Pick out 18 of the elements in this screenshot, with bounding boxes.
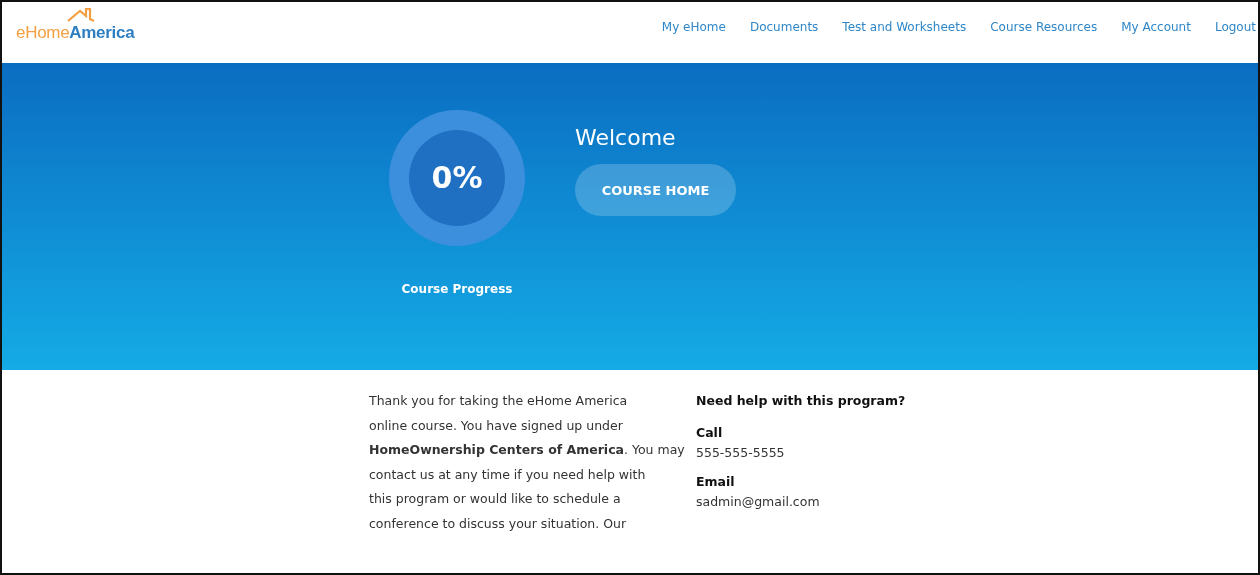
house-roof-icon [66,7,96,23]
welcome-title: Welcome [575,125,677,150]
nav-link[interactable]: Course Resources [990,20,1098,34]
logo[interactable]: eHomeAmerica [16,23,135,43]
nav-link[interactable]: Logout [1214,20,1256,34]
contact-label: Call [696,423,724,442]
nav-link[interactable]: Test and Worksheets [842,20,967,34]
progress-label: Course Progress [401,282,513,296]
contact-label: Email [696,472,736,491]
help-heading: Need help with this program? [696,392,906,410]
nav-link[interactable]: My eHome [661,20,726,34]
course-home-button[interactable]: COURSE HOME [575,164,736,216]
nav-link[interactable]: Documents [749,20,819,34]
progress-value: 0% [430,160,484,195]
contact-value: sadmin@gmail.com [696,492,821,511]
intro-paragraph: Thank you for taking the eHome America online course. You have signed up under HomeOwnership Centers of America. You may contact us at any time if you need help with this program or would like to schedule a conference to discuss your situation. Our [369,392,686,533]
nav-link[interactable]: My Account [1121,20,1191,34]
contact-value: 555-555-5555 [696,443,786,462]
